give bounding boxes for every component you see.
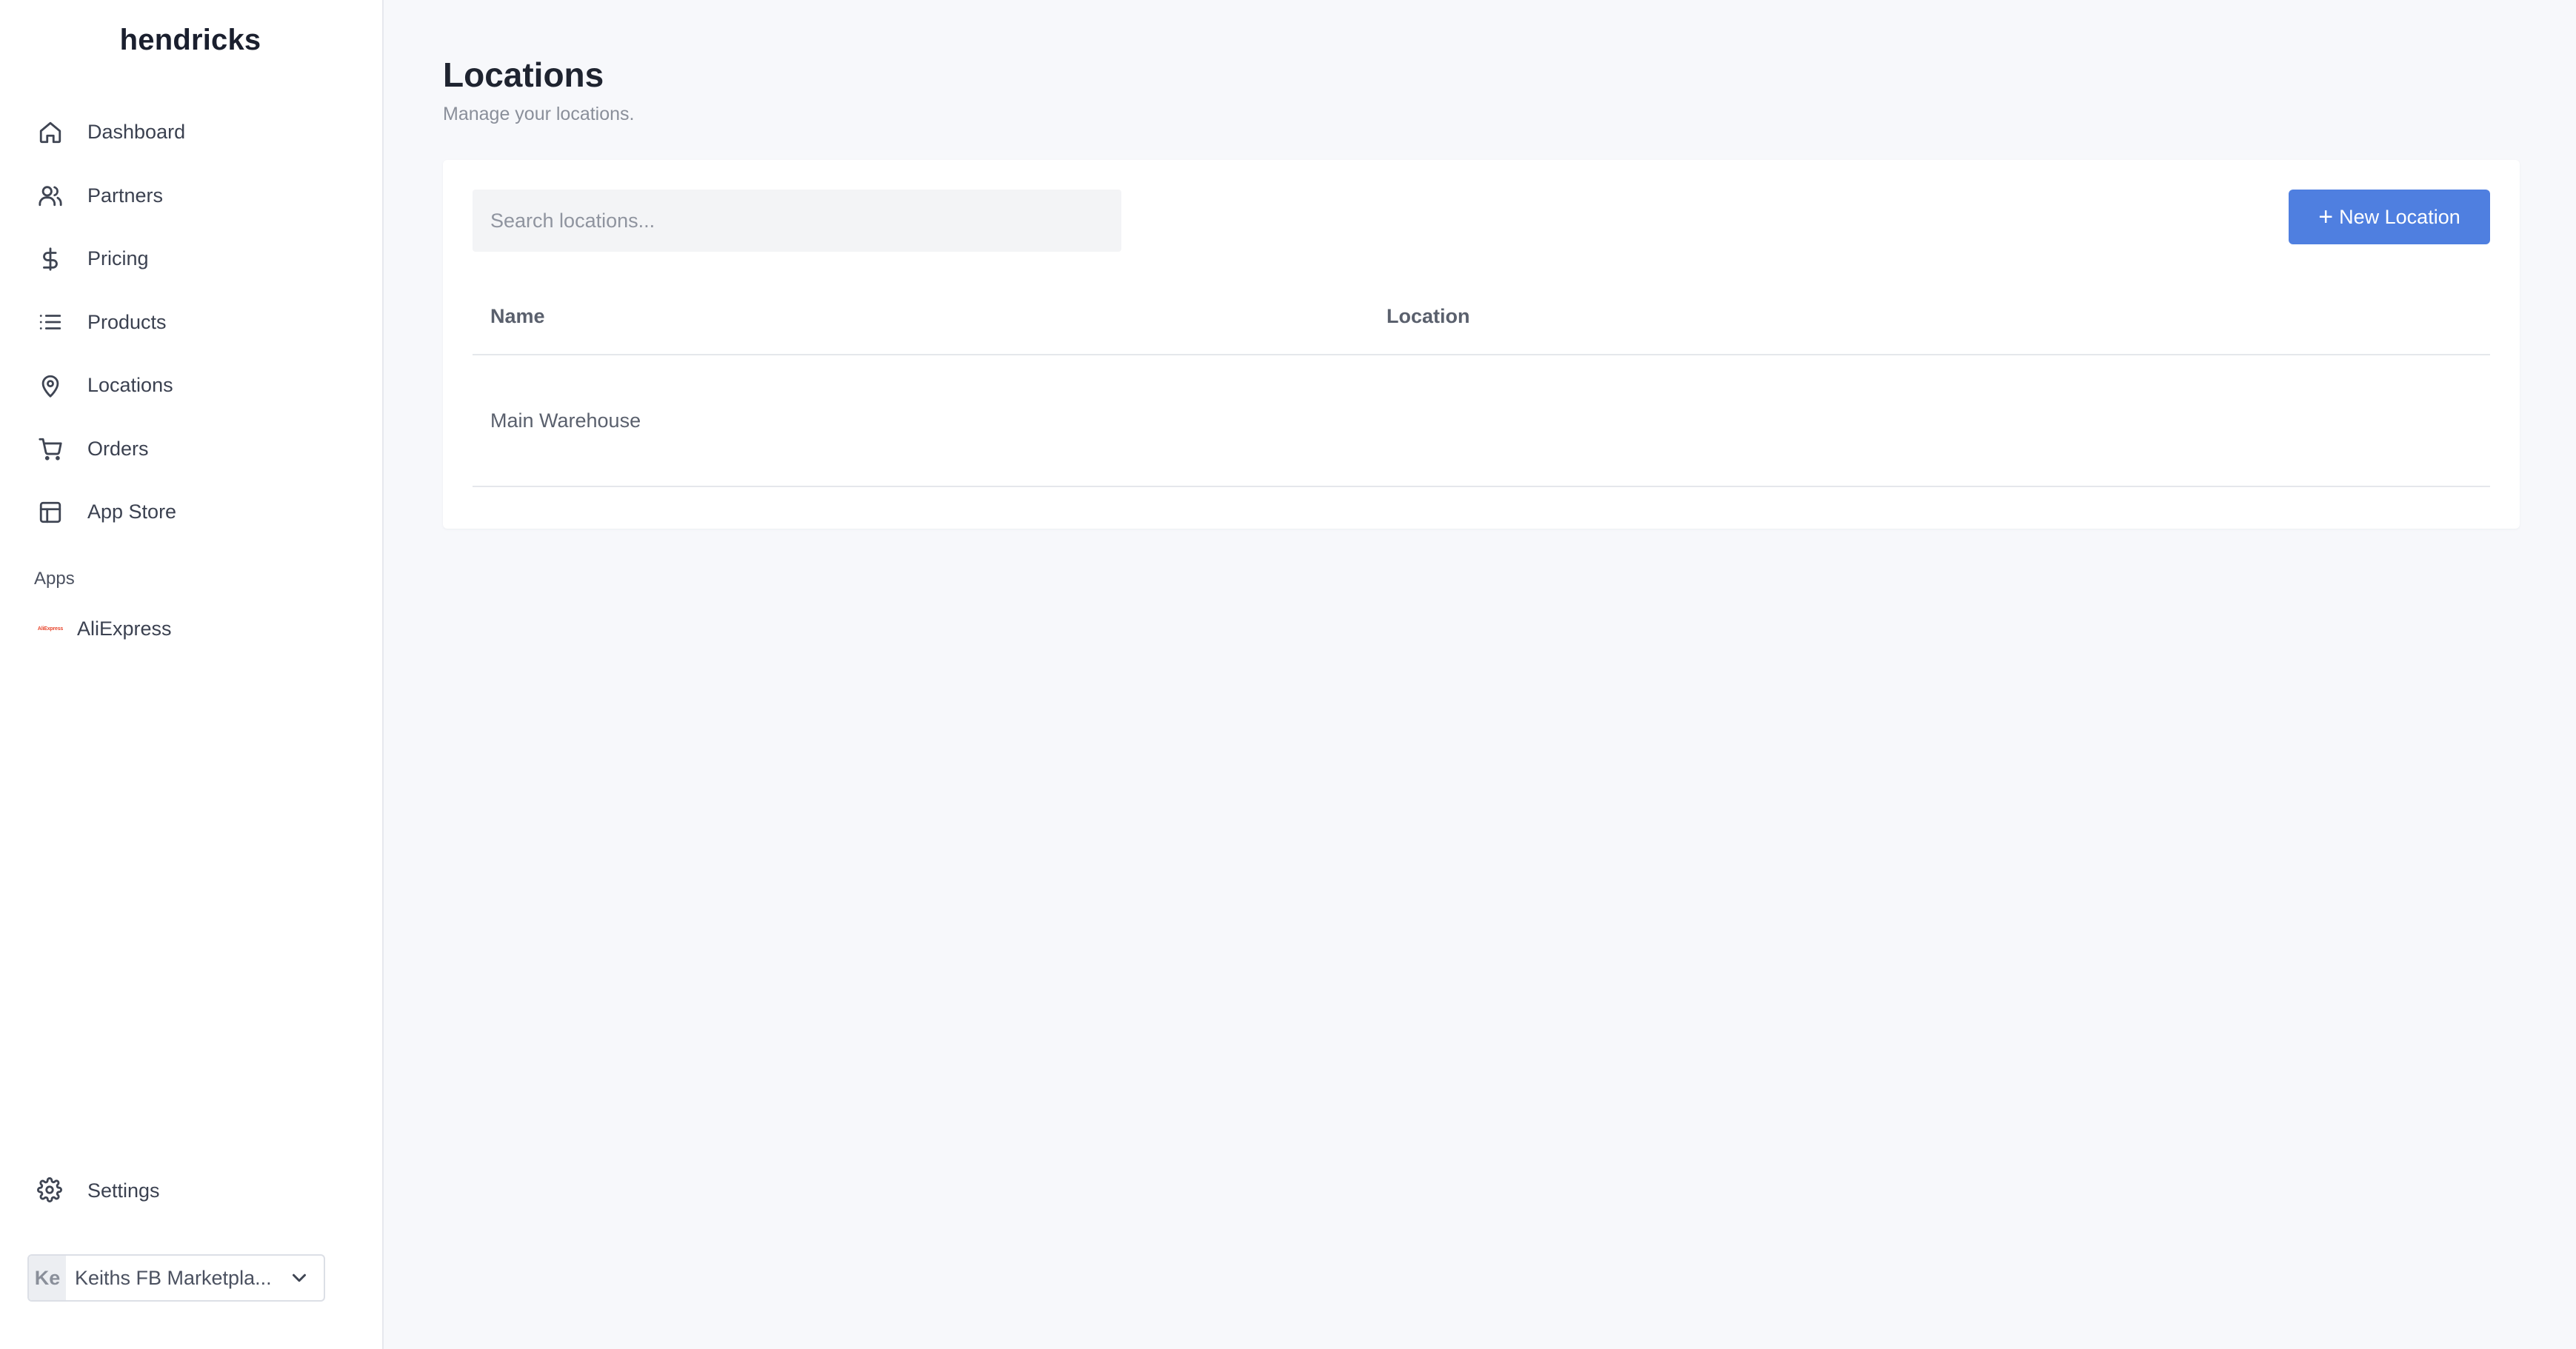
- sidebar-item-dashboard[interactable]: Dashboard: [0, 101, 382, 164]
- page-title: Locations: [443, 56, 604, 94]
- table-header: Name Location: [473, 278, 2490, 355]
- aliexpress-logo: AliExpress: [37, 626, 64, 632]
- list-icon: [37, 309, 64, 335]
- users-icon: [37, 182, 64, 209]
- workspace-name: Keiths FB Marketpla...: [75, 1266, 272, 1289]
- cart-icon: [37, 435, 64, 462]
- sidebar-item-label: Orders: [87, 437, 149, 460]
- main-content: Locations Manage your locations. + New L…: [384, 0, 2576, 1349]
- sidebar-item-locations[interactable]: Locations: [0, 354, 382, 418]
- chevron-down-icon: [288, 1267, 310, 1289]
- workspace-avatar: Ke: [29, 1256, 66, 1300]
- sidebar-item-orders[interactable]: Orders: [0, 418, 382, 481]
- sidebar-nav: Dashboard Partners Pricing Products Loca…: [0, 101, 382, 544]
- page-subtitle: Manage your locations.: [443, 104, 635, 124]
- layout-icon: [37, 499, 64, 526]
- new-location-label: New Location: [2339, 205, 2460, 228]
- new-location-button[interactable]: + New Location: [2289, 190, 2490, 244]
- sidebar-item-label: Partners: [87, 184, 164, 207]
- sidebar-item-label: Products: [87, 310, 167, 333]
- home-icon: [37, 119, 64, 146]
- column-header-name[interactable]: Name: [473, 305, 1387, 328]
- sidebar-app-label: AliExpress: [77, 617, 172, 640]
- sidebar-item-label: App Store: [87, 501, 177, 523]
- sidebar-item-products[interactable]: Products: [0, 291, 382, 355]
- dollar-icon: [37, 246, 64, 272]
- sidebar-app-aliexpress[interactable]: AliExpress AliExpress: [34, 617, 172, 640]
- column-header-location[interactable]: Location: [1387, 305, 1470, 328]
- sidebar-item-label: Locations: [87, 374, 173, 397]
- sidebar-item-pricing[interactable]: Pricing: [0, 227, 382, 291]
- gear-icon: [37, 1177, 64, 1204]
- sidebar: hendricks Dashboard Partners Pricing Pro…: [0, 0, 384, 1349]
- apps-section-label: Apps: [34, 569, 75, 589]
- workspace-switcher[interactable]: Ke Keiths FB Marketpla...: [27, 1254, 325, 1302]
- sidebar-item-label: Dashboard: [87, 121, 186, 144]
- sidebar-item-label: Pricing: [87, 247, 149, 270]
- locations-table: Name Location Main Warehouse: [473, 278, 2490, 487]
- plus-icon: +: [2318, 203, 2334, 231]
- sidebar-item-settings[interactable]: Settings: [37, 1177, 160, 1204]
- app-root: hendricks Dashboard Partners Pricing Pro…: [0, 0, 2576, 1349]
- map-pin-icon: [37, 372, 64, 399]
- cell-name: Main Warehouse: [490, 409, 641, 432]
- table-row[interactable]: Main Warehouse: [473, 355, 2490, 487]
- locations-card: + New Location Name Location Main Wareho…: [443, 160, 2520, 529]
- brand-logo[interactable]: hendricks: [0, 24, 381, 57]
- sidebar-item-app-store[interactable]: App Store: [0, 481, 382, 544]
- search-input[interactable]: [473, 190, 1121, 252]
- settings-label: Settings: [87, 1179, 160, 1202]
- sidebar-item-partners[interactable]: Partners: [0, 164, 382, 228]
